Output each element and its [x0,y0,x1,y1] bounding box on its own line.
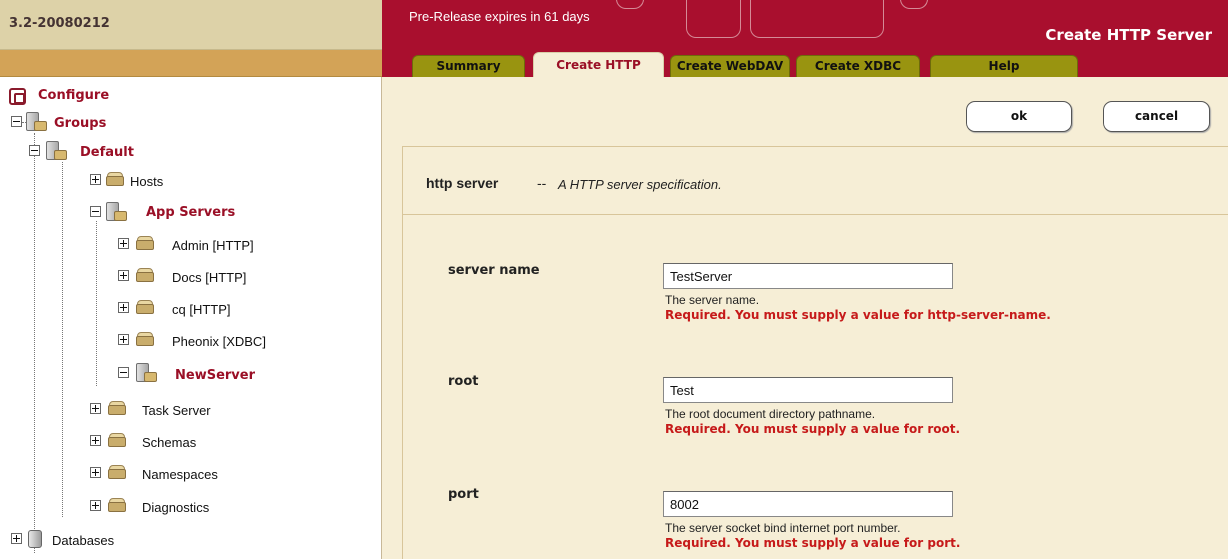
panel-title: http server [426,175,499,191]
server-icon [134,299,156,315]
tree-item-databases[interactable]: Databases [52,533,114,549]
server-icon [134,235,156,251]
root-help: The root document directory pathname. [665,407,876,421]
tree-item-server[interactable]: cq [HTTP] [172,302,231,318]
tree-item-server[interactable]: Docs [HTTP] [172,270,246,286]
version-label: 3.2-20080212 [9,16,110,31]
expand-icon[interactable] [90,467,101,478]
cancel-button[interactable]: cancel [1103,101,1210,132]
expand-icon[interactable] [118,302,129,313]
task-server-icon [106,400,128,416]
port-error: Required. You must supply a value for po… [665,536,961,550]
version-bar: 3.2-20080212 [0,0,382,50]
expand-icon[interactable] [118,334,129,345]
tree-item-schemas[interactable]: Schemas [142,435,196,451]
diagnostics-icon [106,497,128,513]
tree-item-app-servers[interactable]: App Servers [146,205,235,221]
tree-item-hosts[interactable]: Hosts [130,174,163,190]
tree-item-configure[interactable]: Configure [38,88,109,104]
collapse-icon[interactable] [11,116,22,127]
expand-icon[interactable] [118,270,129,281]
panel-description: A HTTP server specification. [558,177,722,192]
server-icon [134,267,156,283]
port-label: port [448,487,479,502]
tab-help[interactable]: Help [930,55,1078,77]
http-server-panel: http server -- A HTTP server specificati… [402,146,1228,559]
tab-summary[interactable]: Summary [412,55,525,77]
app-servers-icon [104,201,128,223]
server-name-help: The server name. [665,293,760,307]
banner-notch [686,0,741,38]
new-server-icon [134,362,158,384]
server-icon [134,331,156,347]
tree-guide [34,133,35,553]
port-input[interactable] [663,491,953,517]
group-default-icon [44,140,68,162]
left-panel: 3.2-20080212 Configure Groups Default Ho… [0,0,382,559]
tree-guide [96,221,97,386]
tab-bar: Summary Create HTTP Create WebDAV Create… [382,50,1228,77]
tab-create-xdbc[interactable]: Create XDBC [796,55,920,77]
panel-header: http server -- A HTTP server specificati… [403,147,1228,215]
tree: Configure Groups Default Hosts App Serve… [0,78,382,559]
banner-notch [900,0,928,9]
expand-icon[interactable] [90,500,101,511]
collapse-icon[interactable] [90,206,101,217]
tree-item-diagnostics[interactable]: Diagnostics [142,500,209,516]
databases-icon [28,530,42,548]
groups-icon [24,111,48,133]
root-label: root [448,374,479,389]
tree-guide [62,162,63,517]
banner-notch [616,0,644,9]
tree-item-new-server[interactable]: NewServer [175,368,255,384]
namespaces-icon [106,464,128,480]
tree-item-groups[interactable]: Groups [54,116,106,132]
hosts-icon [104,171,126,187]
server-name-error: Required. You must supply a value for ht… [665,308,1051,322]
header-banner: Pre-Release expires in 61 days Create HT… [382,0,1228,50]
page-title: Create HTTP Server [1045,26,1212,44]
port-help: The server socket bind internet port num… [665,521,901,535]
tree-item-default[interactable]: Default [80,145,134,161]
tree-item-namespaces[interactable]: Namespaces [142,467,218,483]
ok-button[interactable]: ok [966,101,1072,132]
tab-create-http[interactable]: Create HTTP [533,52,664,77]
collapse-icon[interactable] [118,367,129,378]
main-content: ok cancel http server -- A HTTP server s… [382,77,1228,559]
banner-notch [750,0,884,38]
tree-item-server[interactable]: Pheonix [XDBC] [172,334,266,350]
prerelease-notice: Pre-Release expires in 61 days [409,9,590,24]
header: Pre-Release expires in 61 days Create HT… [382,0,1228,77]
expand-icon[interactable] [90,435,101,446]
expand-icon[interactable] [11,533,22,544]
expand-icon[interactable] [90,403,101,414]
root-input[interactable] [663,377,953,403]
left-strip [0,50,382,77]
expand-icon[interactable] [118,238,129,249]
configure-icon [9,88,26,105]
panel-separator: -- [537,175,547,191]
server-name-input[interactable] [663,263,953,289]
tab-create-webdav[interactable]: Create WebDAV [670,55,790,77]
collapse-icon[interactable] [29,145,40,156]
server-name-label: server name [448,263,540,278]
tree-item-server[interactable]: Admin [HTTP] [172,238,254,254]
tree-item-task-server[interactable]: Task Server [142,403,211,419]
expand-icon[interactable] [90,174,101,185]
root-error: Required. You must supply a value for ro… [665,422,961,436]
schemas-icon [106,432,128,448]
